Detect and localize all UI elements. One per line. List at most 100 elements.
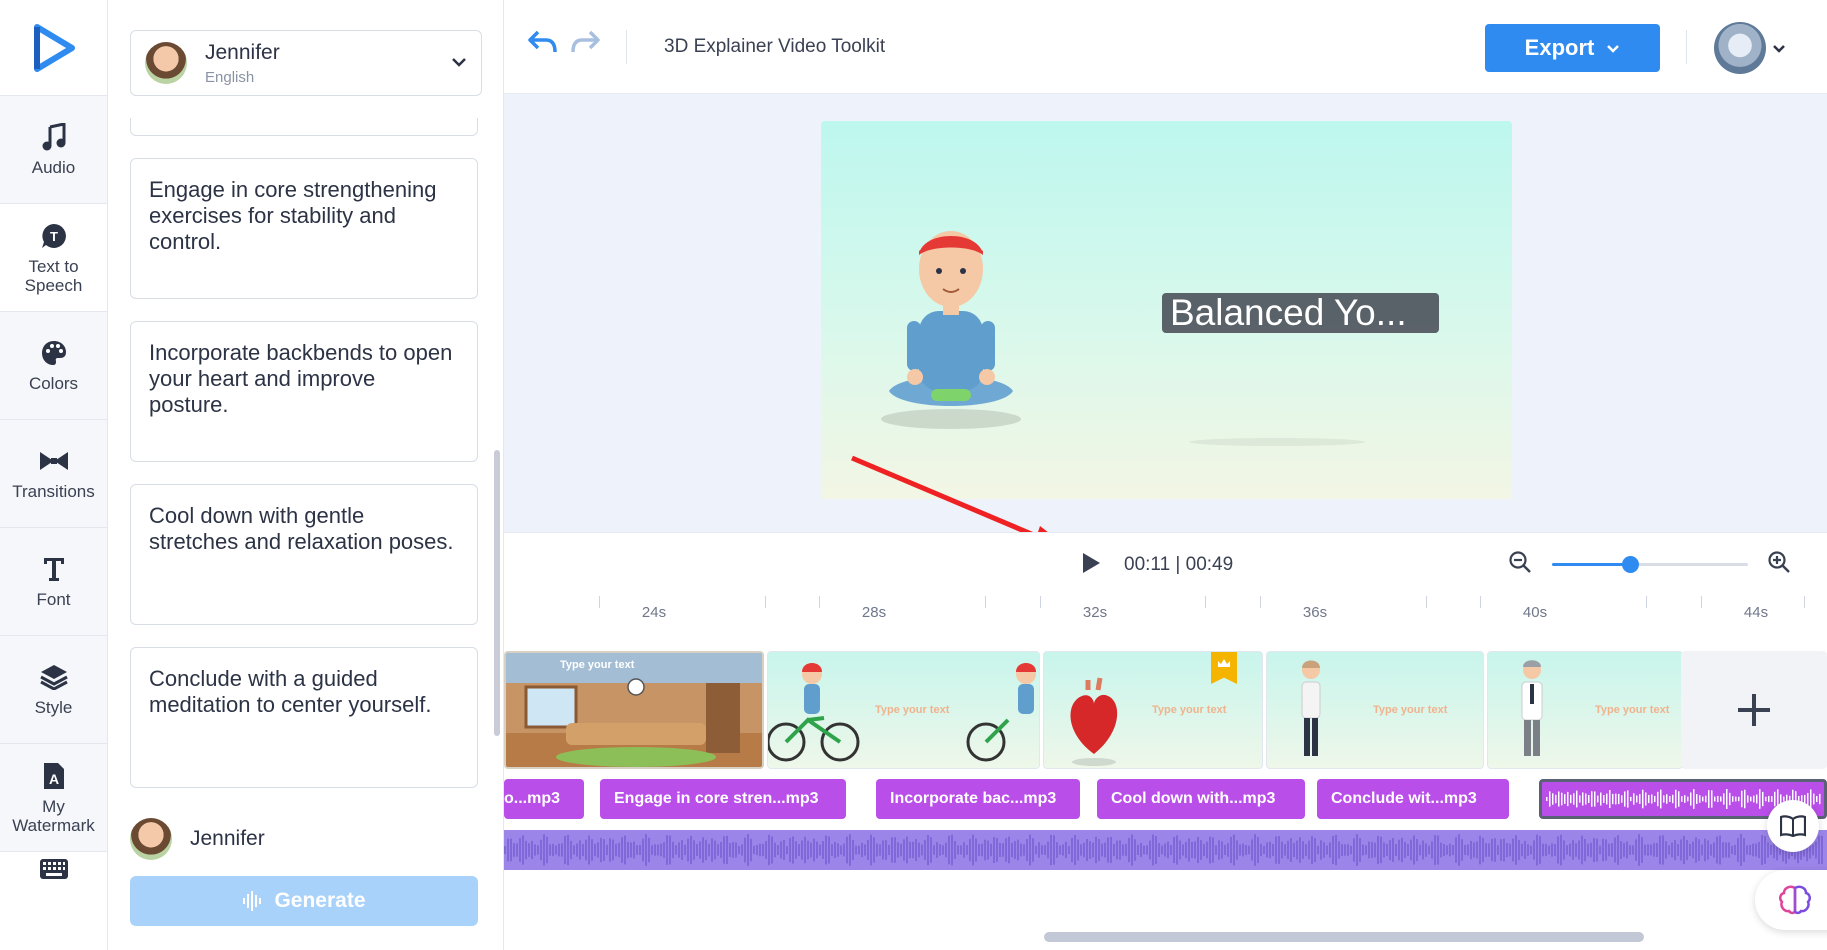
living-room-scene <box>506 653 762 767</box>
rail-item-text-to-speech[interactable]: T Text to Speech <box>0 204 107 312</box>
script-card[interactable]: Cool down with gentle stretches and rela… <box>130 484 478 625</box>
scene-thumbnail[interactable]: Type your text <box>1043 651 1263 769</box>
zoom-slider-knob[interactable] <box>1622 556 1640 573</box>
generate-label: Generate <box>274 889 366 912</box>
scene-text: Type your text <box>1373 704 1448 716</box>
rail-item-style[interactable]: Style <box>0 636 107 744</box>
zoom-slider[interactable] <box>1552 556 1748 573</box>
rail-label: Style <box>34 698 73 717</box>
plus-icon <box>1738 694 1770 726</box>
rail-label: Colors <box>28 374 79 393</box>
voice-select[interactable]: Jennifer English <box>130 30 482 96</box>
voice-avatar <box>130 818 172 860</box>
app-logo[interactable] <box>0 0 107 96</box>
chevron-down-icon[interactable] <box>1772 40 1786 58</box>
time-display: 00:11 | 00:49 <box>1124 554 1233 576</box>
zoom-out-button[interactable] <box>1508 550 1532 579</box>
play-icon <box>1083 553 1100 573</box>
watermark-icon: A <box>39 761 69 791</box>
scene-thumbnail[interactable]: Type your text <box>1487 651 1683 769</box>
divider <box>626 30 627 64</box>
text-speech-icon: T <box>39 221 69 251</box>
panel-scrollbar[interactable] <box>494 450 500 736</box>
zoom-in-button[interactable] <box>1767 550 1791 579</box>
preview-decoration <box>1189 438 1365 446</box>
play-button[interactable] <box>1080 551 1102 580</box>
layers-icon <box>39 662 69 692</box>
scene-thumbnail[interactable]: Type your text <box>1266 651 1484 769</box>
scene-thumbnail[interactable]: Type your text <box>504 651 764 769</box>
chevron-down-icon <box>1607 44 1620 53</box>
script-card[interactable]: Incorporate backbends to open your heart… <box>130 321 478 462</box>
audio-clip[interactable]: Incorporate bac...mp3 <box>876 779 1080 819</box>
time-ruler[interactable]: 24s 28s 32s 36s 40s 44s <box>504 596 1827 630</box>
music-waveform-graphic <box>504 834 1823 866</box>
rail-item-transitions[interactable]: Transitions <box>0 420 107 528</box>
svg-text:A: A <box>48 771 58 787</box>
time-separator: | <box>1175 554 1181 575</box>
top-bar: 3D Explainer Video Toolkit Export <box>504 0 1827 94</box>
bowtie-icon <box>39 446 69 476</box>
music-track-waveform[interactable] <box>504 830 1827 870</box>
left-rail: Audio T Text to Speech Colors Transition… <box>0 0 108 950</box>
undo-icon <box>528 30 557 53</box>
ai-assistant-button[interactable] <box>1755 870 1827 930</box>
add-scene-button[interactable] <box>1681 651 1827 769</box>
zoom-out-icon <box>1509 551 1531 573</box>
video-preview[interactable]: Balanced Yo... <box>821 121 1512 499</box>
rail-label: Audio <box>31 158 76 177</box>
font-t-icon <box>39 554 69 584</box>
voice-select-2[interactable]: Jennifer <box>130 818 265 860</box>
keyboard-icon <box>40 859 68 879</box>
generate-button[interactable]: Generate <box>130 876 478 926</box>
music-note-icon <box>39 122 69 152</box>
script-card[interactable]: Engage in core strengthening exercises f… <box>130 158 478 299</box>
ruler-label: 32s <box>1082 604 1108 621</box>
script-card-partial[interactable] <box>130 118 478 136</box>
rail-item-colors[interactable]: Colors <box>0 312 107 420</box>
undo-button[interactable] <box>528 30 558 59</box>
ruler-label: 28s <box>861 604 887 621</box>
player-bar: 00:11 | 00:49 <box>504 532 1827 596</box>
ruler-label: 44s <box>1743 604 1769 621</box>
audio-clip[interactable]: Cool down with...mp3 <box>1097 779 1305 819</box>
preview-title-text[interactable]: Balanced Yo... <box>1162 293 1439 333</box>
scene-thumbnail[interactable]: Type your text <box>767 651 1040 769</box>
script-list: Engage in core strengthening exercises f… <box>130 118 482 848</box>
voice-language: English <box>205 68 255 86</box>
rail-label: Font <box>36 590 71 609</box>
character-figure <box>881 231 1021 429</box>
brain-icon <box>1779 885 1811 915</box>
crown-icon <box>1218 659 1230 667</box>
audio-clip[interactable]: o...mp3 <box>504 779 584 819</box>
chevron-down-icon <box>451 54 467 72</box>
rail-item-audio[interactable]: Audio <box>0 96 107 204</box>
total-time: 00:49 <box>1185 554 1234 575</box>
rail-item-font[interactable]: Font <box>0 528 107 636</box>
ruler-label: 24s <box>641 604 667 621</box>
scene-text: Type your text <box>1595 704 1670 716</box>
svg-text:T: T <box>50 229 58 244</box>
export-button[interactable]: Export <box>1485 24 1660 72</box>
rail-label: Transitions <box>12 482 95 501</box>
rail-item-watermark[interactable]: A My Watermark <box>0 744 107 852</box>
user-avatar[interactable] <box>1714 22 1766 74</box>
zoom-in-icon <box>1768 551 1790 573</box>
waveform-icon <box>243 891 262 911</box>
current-time: 00:11 <box>1124 554 1171 575</box>
play-logo-icon <box>33 23 75 72</box>
project-title[interactable]: 3D Explainer Video Toolkit <box>664 36 885 58</box>
guide-button[interactable] <box>1767 800 1819 852</box>
redo-icon <box>571 30 600 53</box>
timeline-scrollbar[interactable] <box>1044 932 1644 942</box>
voice-avatar <box>145 42 187 84</box>
palette-icon <box>39 338 69 368</box>
voice-name: Jennifer <box>190 827 265 850</box>
text-to-speech-panel: Jennifer English Engage in core strength… <box>108 0 504 950</box>
redo-button[interactable] <box>570 30 600 59</box>
keyboard-shortcuts[interactable] <box>0 858 108 880</box>
script-card[interactable]: Conclude with a guided meditation to cen… <box>130 647 478 788</box>
audio-clip[interactable]: Engage in core stren...mp3 <box>600 779 846 819</box>
voice-name: Jennifer <box>205 40 280 64</box>
audio-clip[interactable]: Conclude wit...mp3 <box>1317 779 1509 819</box>
